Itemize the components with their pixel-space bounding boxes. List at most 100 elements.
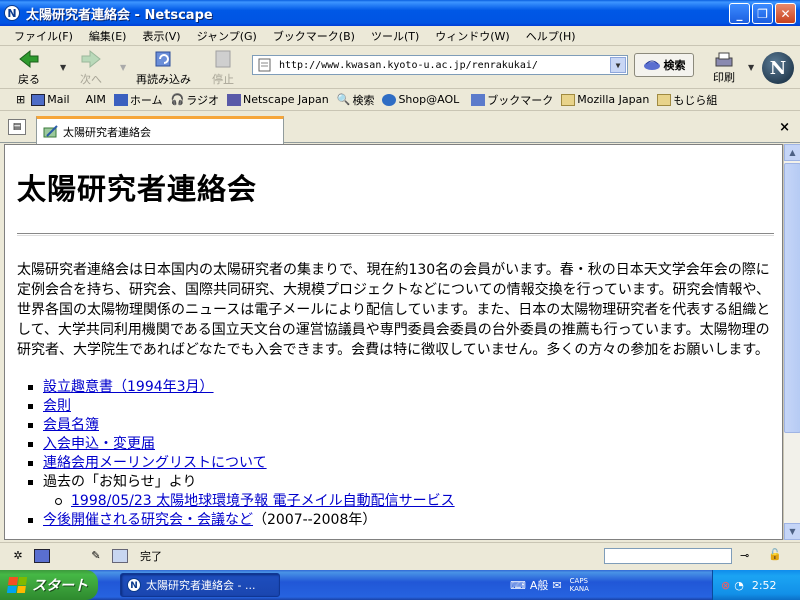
tab-bar: ▤ 太陽研究者連絡会 ×	[0, 113, 800, 144]
menu-tools[interactable]: ツール(T)	[363, 28, 427, 44]
minimize-button[interactable]: _	[729, 3, 750, 24]
title-bar[interactable]: N 太陽研究者連絡会 - Netscape _ ❐ ✕	[0, 0, 800, 26]
vertical-scrollbar[interactable]: ▲ ▼	[783, 144, 800, 540]
link-join[interactable]: 入会申込・変更届	[43, 436, 155, 452]
keyboard-icon[interactable]: ⌨	[510, 579, 526, 592]
toolbar-item-home[interactable]: ホーム	[113, 92, 163, 108]
printer-icon	[715, 52, 733, 67]
menu-bookmarks[interactable]: ブックマーク(B)	[265, 28, 363, 44]
tab-label: 太陽研究者連絡会	[63, 125, 151, 139]
stop-label: 停止	[212, 73, 234, 86]
reload-icon	[155, 51, 170, 67]
toolbar-item-label: もじら組	[673, 93, 718, 107]
search-icon	[643, 60, 660, 70]
menu-window[interactable]: ウィンドウ(W)	[427, 28, 517, 44]
menu-file[interactable]: ファイル(F)	[6, 28, 81, 44]
url-dropdown-icon[interactable]: ▼	[610, 57, 626, 73]
folder-icon	[561, 93, 576, 106]
link-past-news-item[interactable]: 1998/05/23 太陽地球環境予報 電子メイル自動配信サービス	[71, 493, 455, 509]
netscape-logo[interactable]: N	[762, 52, 794, 84]
list-item: 入会申込・変更届	[28, 435, 782, 454]
status-mail-icon[interactable]	[34, 548, 50, 563]
toolbar-item-shop-aol[interactable]: Shop@AOL	[382, 93, 459, 106]
maximize-button[interactable]: ❐	[752, 3, 773, 24]
url-input[interactable]: http://www.kwasan.kyoto-u.ac.jp/renrakuk…	[252, 55, 628, 75]
list-item: 今後開催される研究会・会議など（2007--2008年）	[28, 511, 782, 530]
tab-current[interactable]: 太陽研究者連絡会	[36, 116, 284, 144]
sidebar-toggle-icon[interactable]: ▤	[8, 119, 26, 135]
search-button[interactable]: 検索	[634, 53, 694, 77]
scroll-down-icon[interactable]: ▼	[784, 523, 800, 540]
menu-bar: ファイル(F) 編集(E) 表示(V) ジャンプ(G) ブックマーク(B) ツー…	[0, 26, 800, 46]
browser-window: N 太陽研究者連絡会 - Netscape _ ❐ ✕ ファイル(F) 編集(E…	[0, 0, 800, 570]
forward-button[interactable]: 次へ	[80, 49, 102, 87]
past-news-label: 過去の「お知らせ」より	[43, 474, 197, 490]
tab-close-button[interactable]: ×	[779, 120, 790, 135]
stop-button[interactable]: 停止	[212, 49, 234, 87]
menu-edit[interactable]: 編集(E)	[81, 28, 135, 44]
link-list: 設立趣意書（1994年3月） 会則 会員名簿 入会申込・変更届 連絡会用メーリン…	[17, 378, 782, 530]
status-edit-icon[interactable]: ✎	[86, 549, 106, 563]
ime-tools-icon[interactable]: ✉	[552, 579, 561, 592]
taskbar-button-label: 太陽研究者連絡会 - ...	[146, 579, 256, 592]
close-button[interactable]: ✕	[775, 3, 796, 24]
scroll-thumb[interactable]	[784, 163, 800, 433]
page-edit-icon	[43, 124, 58, 137]
bookmark-icon	[471, 93, 486, 106]
toolbar-item-radio[interactable]: 🎧 ラジオ	[171, 92, 219, 108]
back-dropdown-icon[interactable]: ▼	[60, 63, 66, 72]
home-icon	[113, 93, 128, 106]
clock[interactable]: 2:52	[752, 579, 777, 592]
security-lock-icon[interactable]: 🔓	[768, 548, 782, 561]
connection-plug-icon[interactable]: ⊸	[740, 549, 749, 562]
print-button[interactable]: 印刷	[704, 51, 744, 85]
toolbar-item-bookmarks[interactable]: ブックマーク	[471, 92, 553, 108]
mail-icon	[31, 93, 46, 106]
menu-help[interactable]: ヘルプ(H)	[518, 28, 584, 44]
start-label: スタート	[32, 578, 88, 594]
status-network-icon[interactable]	[112, 548, 128, 563]
heading-divider	[17, 233, 774, 236]
menu-view[interactable]: 表示(V)	[134, 28, 188, 44]
toolbar-item-search[interactable]: 🔍 検索	[337, 92, 375, 108]
list-item: 設立趣意書（1994年3月）	[28, 378, 782, 397]
link-members[interactable]: 会員名簿	[43, 417, 99, 433]
toolbar-item-mozilla-japan[interactable]: Mozilla Japan	[561, 93, 649, 106]
navigation-toolbar: 戻る ▼ 次へ ▼ 再読み込み 停止 http://www.kwasan.kyo…	[0, 47, 800, 89]
netscape-app-icon: N	[4, 5, 20, 21]
status-bar: ✲ ✎ 完了 ⊸ 🔓	[0, 542, 800, 568]
link-mailing-list[interactable]: 連絡会用メーリングリストについて	[43, 455, 267, 471]
list-item: 会則	[28, 397, 782, 416]
page-icon	[258, 58, 271, 72]
personal-toolbar-grip-icon[interactable]: ⊞	[16, 93, 25, 106]
caps-indicator: CAPS	[569, 577, 588, 585]
toolbar-item-aim[interactable]: AIM	[86, 93, 106, 106]
reload-button[interactable]: 再読み込み	[136, 49, 191, 87]
start-button[interactable]: スタート	[0, 570, 98, 600]
link-upcoming[interactable]: 今後開催される研究会・会議など	[43, 512, 253, 528]
forward-dropdown-icon[interactable]: ▼	[120, 63, 126, 72]
back-button[interactable]: 戻る	[18, 49, 40, 87]
toolbar-item-label: Netscape Japan	[242, 93, 329, 106]
list-item: 会員名簿	[28, 416, 782, 435]
taskbar-netscape-button[interactable]: N 太陽研究者連絡会 - ...	[120, 573, 280, 597]
toolbar-item-netscape-japan[interactable]: Netscape Japan	[226, 93, 329, 106]
print-dropdown-icon[interactable]: ▼	[748, 63, 754, 72]
volume-icon[interactable]: ◔	[734, 579, 744, 592]
link-prospectus[interactable]: 設立趣意書（1994年3月）	[43, 379, 214, 395]
scroll-up-icon[interactable]: ▲	[784, 144, 800, 161]
headphones-icon: 🎧	[170, 93, 185, 106]
menu-go[interactable]: ジャンプ(G)	[189, 28, 265, 44]
status-gear-icon[interactable]: ✲	[8, 549, 28, 563]
toolbar-item-mojira[interactable]: もじら組	[657, 92, 717, 108]
toolbar-item-mail[interactable]: Mail	[31, 93, 70, 106]
security-alert-icon[interactable]: ⊗	[721, 579, 730, 592]
windows-logo-icon	[6, 577, 28, 593]
windows-taskbar: スタート N 太陽研究者連絡会 - ... ⌨ A般 ✉ CAPS KANA ⊗…	[0, 570, 800, 600]
netscape-taskbar-icon: N	[127, 578, 141, 592]
link-rules[interactable]: 会則	[43, 398, 71, 414]
status-progress-field	[604, 548, 732, 564]
status-text: 完了	[140, 549, 162, 563]
sub-list-item: 1998/05/23 太陽地球環境予報 電子メイル自動配信サービス	[43, 492, 782, 511]
ime-status[interactable]: A般	[530, 577, 549, 593]
